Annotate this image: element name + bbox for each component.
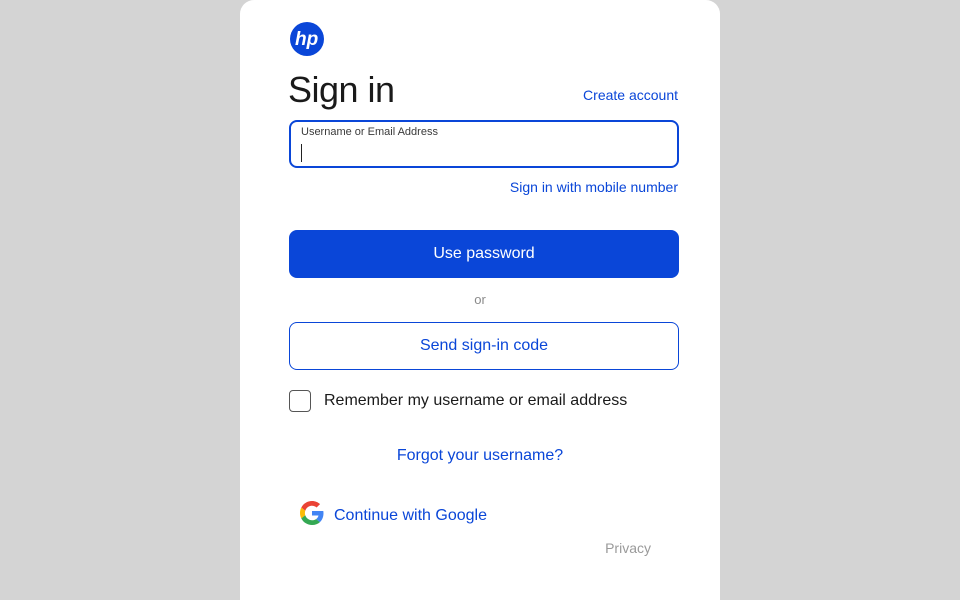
- remember-me-row: Remember my username or email address: [289, 390, 627, 412]
- sign-in-card: hp Sign in Create account Username or Em…: [240, 0, 720, 600]
- mobile-sign-in-link[interactable]: Sign in with mobile number: [510, 179, 678, 195]
- remember-me-checkbox[interactable]: [289, 390, 311, 412]
- or-divider: or: [474, 292, 486, 307]
- username-input[interactable]: [300, 142, 660, 162]
- forgot-username-link[interactable]: Forgot your username?: [240, 447, 720, 465]
- svg-text:hp: hp: [295, 29, 318, 50]
- continue-with-google-label: Continue with Google: [334, 506, 487, 524]
- username-field-label: Username or Email Address: [301, 126, 438, 138]
- continue-with-google-button[interactable]: Continue with Google: [300, 501, 487, 530]
- google-g-icon: [300, 501, 324, 530]
- text-caret: [301, 144, 302, 162]
- hp-logo-icon: hp: [290, 22, 324, 56]
- username-field[interactable]: Username or Email Address: [289, 120, 679, 168]
- create-account-link[interactable]: Create account: [583, 87, 678, 103]
- remember-me-label[interactable]: Remember my username or email address: [324, 392, 627, 410]
- send-sign-in-code-button[interactable]: Send sign-in code: [289, 322, 679, 370]
- page-title: Sign in: [288, 69, 395, 110]
- privacy-link[interactable]: Privacy: [605, 540, 651, 556]
- use-password-button[interactable]: Use password: [289, 230, 679, 278]
